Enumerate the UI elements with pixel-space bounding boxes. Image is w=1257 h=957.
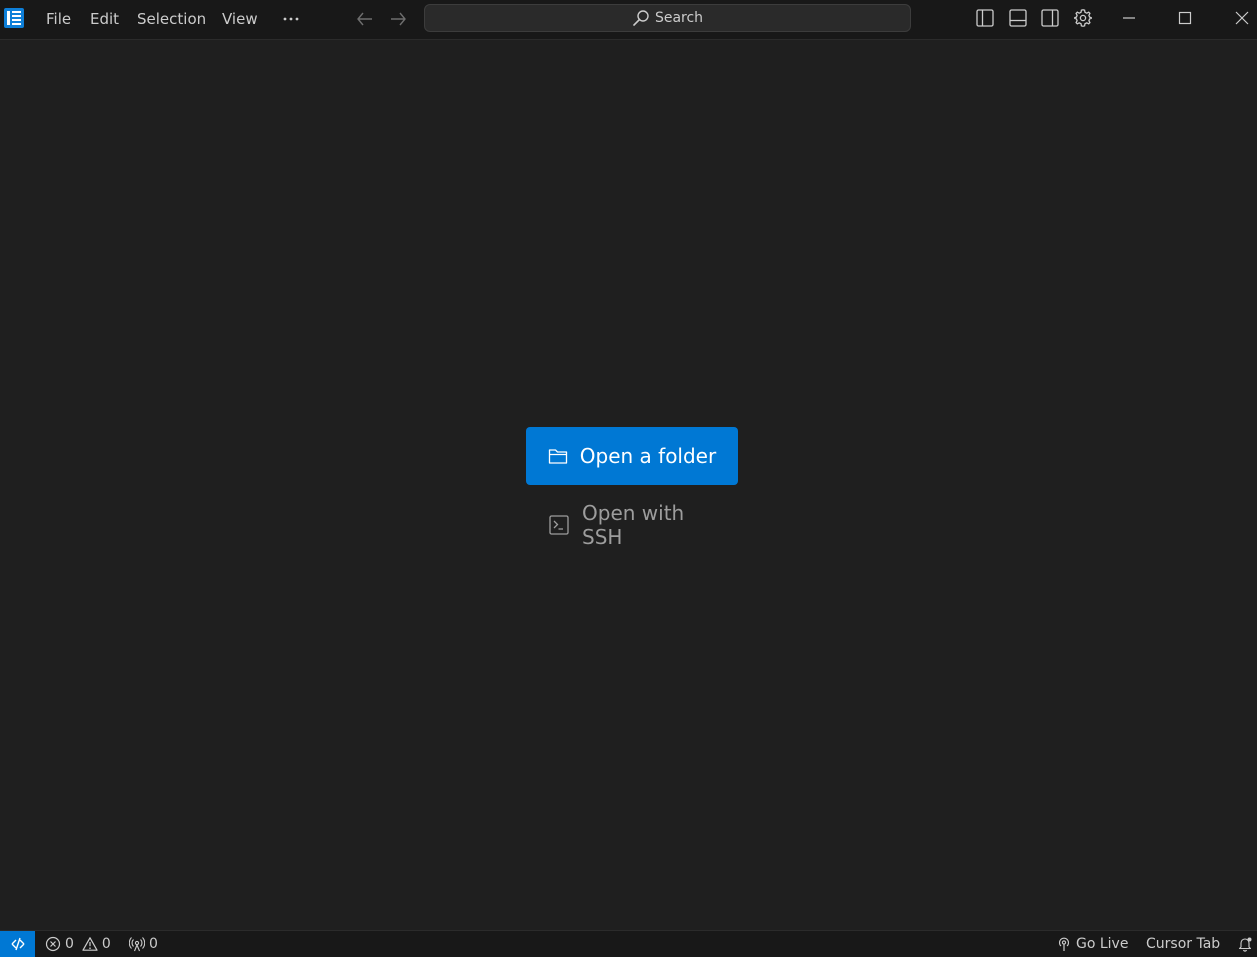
toggle-panel-icon[interactable] <box>1008 8 1028 28</box>
ports-status[interactable]: 0 <box>129 931 158 957</box>
open-folder-label: Open a folder <box>579 444 717 468</box>
menu-file[interactable]: File <box>46 0 71 40</box>
ports-count: 0 <box>149 936 158 952</box>
warning-icon <box>82 936 98 952</box>
more-menu-ellipsis-icon[interactable] <box>280 8 302 30</box>
error-count: 0 <box>65 936 74 952</box>
command-search-box[interactable]: Search <box>424 4 911 32</box>
toggle-primary-sidebar-icon[interactable] <box>975 8 995 28</box>
menu-view[interactable]: View <box>222 0 258 40</box>
settings-gear-icon[interactable] <box>1073 8 1093 28</box>
remote-icon <box>10 936 26 952</box>
broadcast-icon <box>129 936 145 952</box>
live-broadcast-icon <box>1056 936 1072 952</box>
search-icon <box>632 9 650 27</box>
go-live-label: Go Live <box>1076 936 1129 952</box>
status-bar: 0 0 0 Go Live Cursor Tab <box>0 930 1257 957</box>
open-with-ssh-button[interactable]: Open with SSH <box>548 501 728 549</box>
close-window-icon[interactable] <box>1219 0 1257 36</box>
maximize-window-icon[interactable] <box>1162 0 1208 36</box>
toggle-secondary-sidebar-icon[interactable] <box>1040 8 1060 28</box>
folder-icon <box>548 447 568 465</box>
go-live-button[interactable]: Go Live <box>1056 931 1128 957</box>
forward-arrow-icon[interactable] <box>388 9 408 29</box>
terminal-icon <box>548 514 570 536</box>
cursor-tab-label: Cursor Tab <box>1146 936 1221 952</box>
remote-connection-button[interactable] <box>0 931 35 957</box>
warning-count: 0 <box>101 936 111 952</box>
menu-selection[interactable]: Selection <box>137 0 206 40</box>
menu-edit[interactable]: Edit <box>90 0 119 40</box>
open-folder-button[interactable]: Open a folder <box>526 427 738 485</box>
cursor-tab-status[interactable]: Cursor Tab <box>1146 931 1220 957</box>
title-bar: File Edit Selection View Search <box>0 0 1257 40</box>
notifications-bell-icon[interactable] <box>1237 931 1253 957</box>
problems-status[interactable]: 0 0 <box>45 931 111 957</box>
app-logo-icon <box>4 8 24 28</box>
open-ssh-label: Open with SSH <box>582 501 685 549</box>
search-label: Search <box>654 10 704 26</box>
minimize-window-icon[interactable] <box>1106 0 1152 36</box>
back-arrow-icon[interactable] <box>355 9 375 29</box>
error-icon <box>45 936 61 952</box>
